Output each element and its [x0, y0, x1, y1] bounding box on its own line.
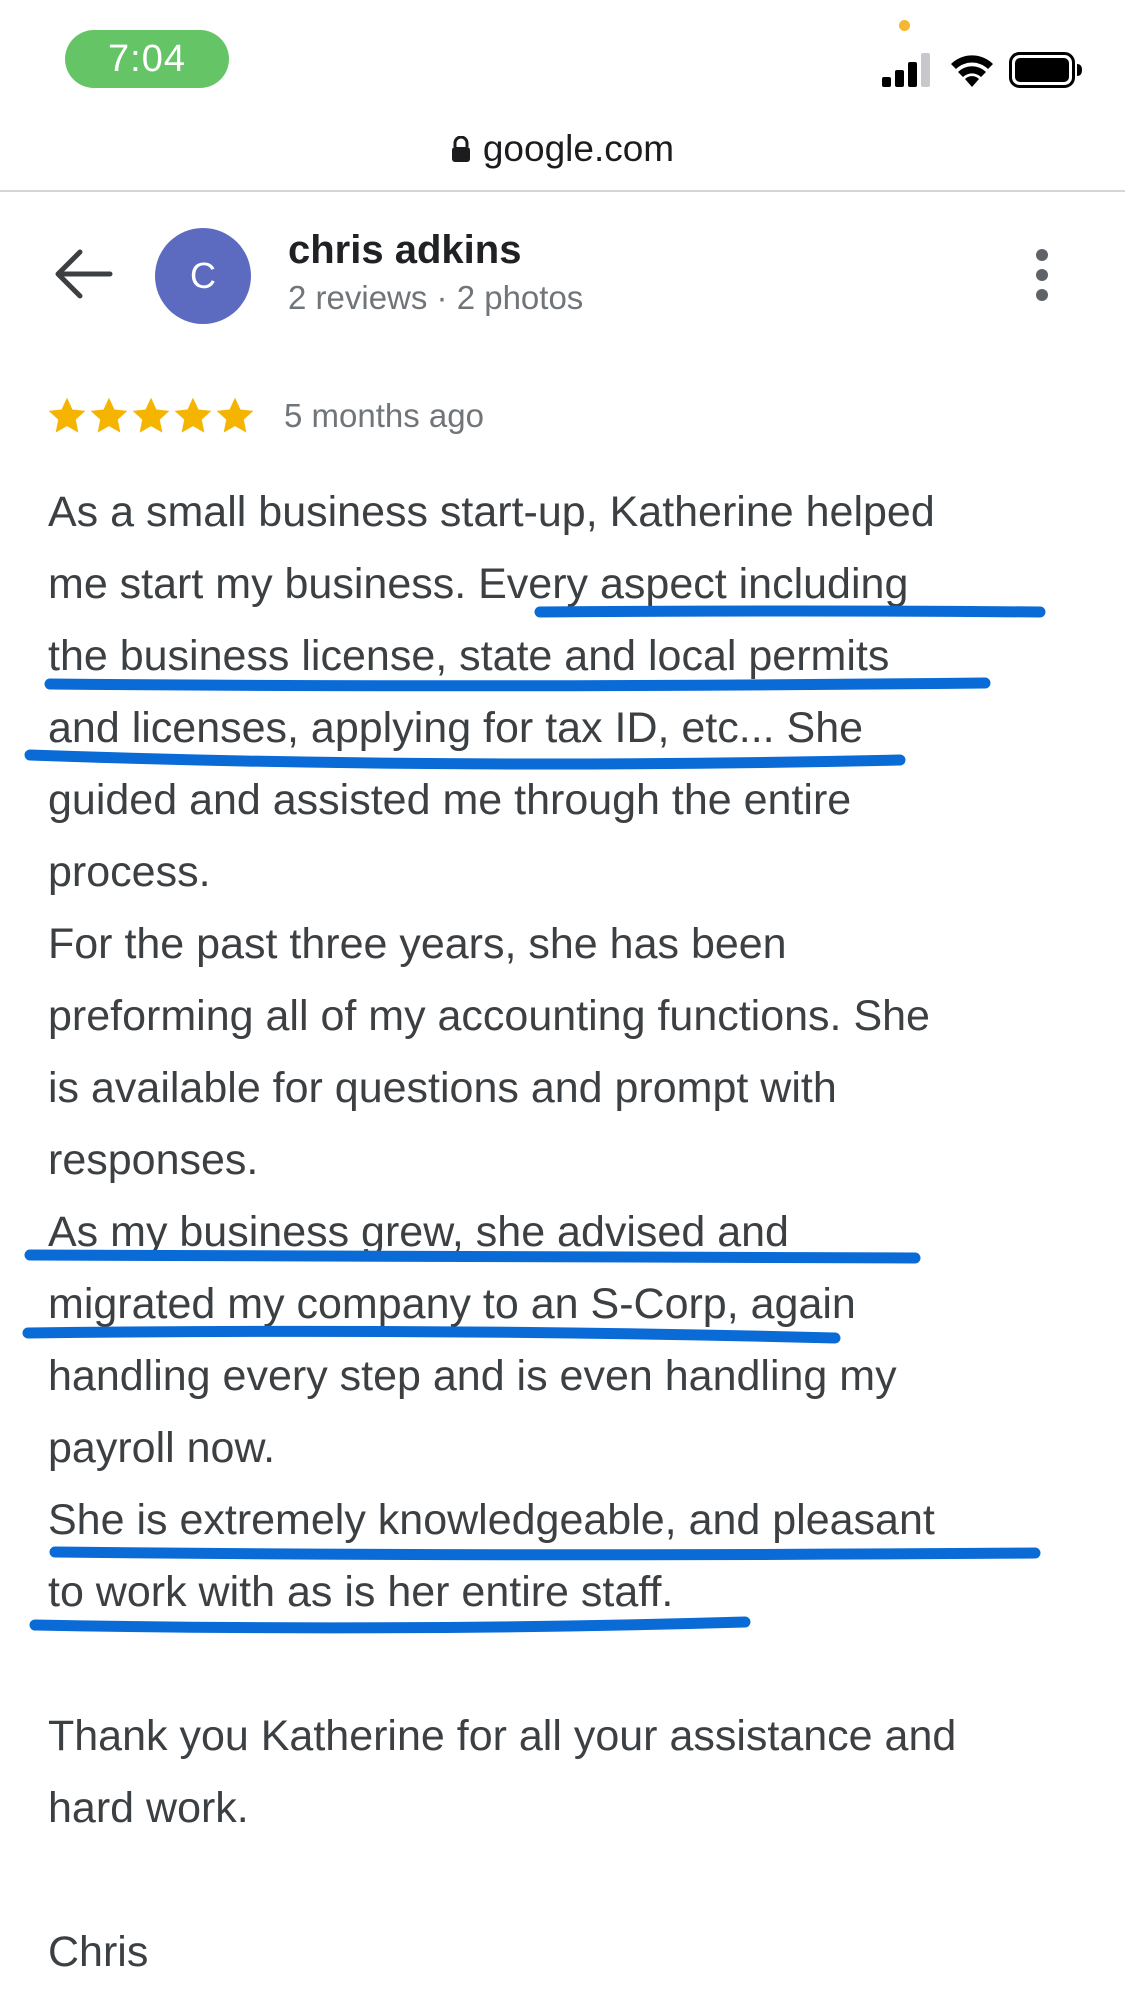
- review-line: responses.: [48, 1136, 259, 1184]
- review-line: me start my business. Every aspect inclu…: [48, 560, 909, 608]
- star-icon: [216, 397, 254, 433]
- back-arrow-icon[interactable]: [52, 246, 116, 302]
- review-line: Chris: [48, 1928, 149, 1976]
- review-line: migrated my company to an S-Corp, again: [48, 1280, 856, 1328]
- review-line: the business license, state and local pe…: [48, 632, 890, 680]
- review-line: payroll now.: [48, 1424, 276, 1472]
- status-time: 7:04: [65, 30, 229, 88]
- review-line: guided and assisted me through the entir…: [48, 776, 852, 824]
- review-line: As a small business start-up, Katherine …: [48, 488, 935, 536]
- review-line: handling every step and is even handling…: [48, 1352, 897, 1400]
- lock-icon: [451, 136, 470, 162]
- review-line: process.: [48, 848, 211, 896]
- star-rating: [46, 395, 256, 437]
- review-date: 5 months ago: [284, 397, 484, 434]
- review-line: preforming all of my accounting function…: [48, 992, 930, 1040]
- review-line: Thank you Katherine for all your assista…: [48, 1712, 957, 1760]
- battery-icon: [1009, 52, 1082, 88]
- address-bar[interactable]: google.com: [0, 110, 1125, 192]
- privacy-indicator-dot: [899, 20, 910, 31]
- wifi-icon: [951, 55, 993, 87]
- rating-row: 5 months ago: [46, 395, 484, 437]
- reviewer-meta: 2 reviews · 2 photos: [288, 279, 584, 316]
- review-line: and licenses, applying for tax ID, etc..…: [48, 704, 864, 752]
- more-options-icon[interactable]: [1025, 247, 1059, 303]
- review-line: hard work.: [48, 1784, 249, 1832]
- star-icon: [132, 397, 170, 433]
- star-icon: [174, 397, 212, 433]
- review-line: to work with as is her entire staff.: [48, 1568, 674, 1616]
- review-line: For the past three years, she has been: [48, 920, 787, 968]
- avatar[interactable]: C: [155, 228, 251, 324]
- star-icon: [90, 397, 128, 433]
- cellular-signal-icon: [882, 53, 930, 87]
- review-body: As a small business start-up, Katherine …: [48, 476, 1088, 1988]
- reviewer-name[interactable]: chris adkins: [288, 226, 521, 274]
- review-line: She is extremely knowledgeable, and plea…: [48, 1496, 935, 1544]
- star-icon: [48, 397, 86, 433]
- status-bar: 7:04: [0, 0, 1125, 110]
- review-line: is available for questions and prompt wi…: [48, 1064, 837, 1112]
- review-line: As my business grew, she advised and: [48, 1208, 789, 1256]
- address-domain: google.com: [482, 128, 675, 169]
